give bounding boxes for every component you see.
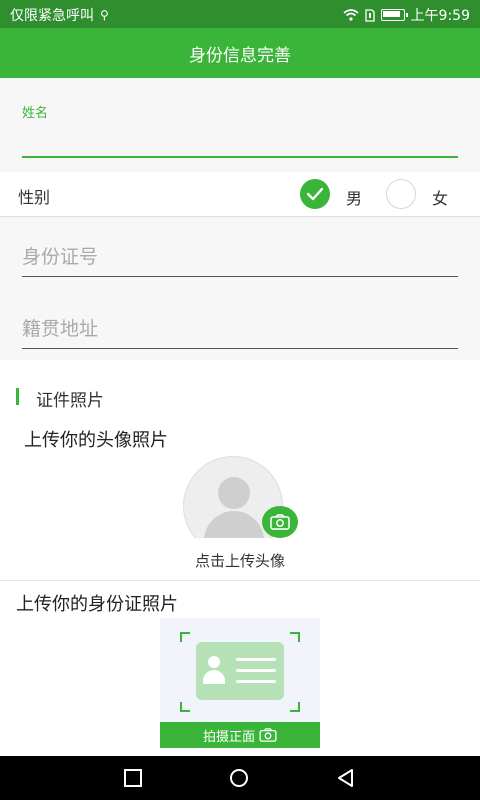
- id-photo-heading: 上传你的身份证照片: [16, 594, 178, 615]
- id-number-input[interactable]: [22, 244, 458, 277]
- avatar-heading: 上传你的头像照片: [24, 430, 168, 451]
- clock: 上午9:59: [410, 8, 470, 24]
- avatar-caption[interactable]: 点击上传头像: [0, 550, 480, 571]
- gender-female-radio[interactable]: [386, 179, 416, 209]
- camera-icon: [259, 728, 277, 742]
- status-bar: 仅限紧急呼叫 ⚲ 上午9:59: [0, 0, 480, 28]
- battery-icon: [380, 9, 408, 21]
- carrier-text: 仅限紧急呼叫: [10, 8, 94, 24]
- gender-label: 性别: [18, 188, 51, 207]
- page-title: 身份信息完善: [189, 45, 291, 66]
- nav-recent-icon[interactable]: [123, 768, 143, 788]
- system-nav-bar: [0, 756, 480, 800]
- gender-male-radio[interactable]: [300, 179, 330, 209]
- sim-icon: [364, 8, 375, 22]
- gender-row: 性别 男 女: [0, 172, 480, 217]
- id-front-label: 拍摄正面: [202, 729, 255, 745]
- nav-back-icon[interactable]: [336, 768, 356, 788]
- hometown-input[interactable]: [22, 316, 458, 349]
- camera-icon: [270, 514, 290, 530]
- gender-male-label[interactable]: 男: [346, 185, 362, 209]
- section-accent-bar: [16, 388, 19, 405]
- id-card-upload[interactable]: 拍摄正面: [160, 618, 320, 748]
- title-bar: 身份信息完善: [0, 28, 480, 78]
- nav-home-icon[interactable]: [229, 768, 249, 788]
- gender-female-label[interactable]: 女: [432, 185, 448, 209]
- id-card-icon: [196, 642, 284, 700]
- wifi-icon: [343, 9, 359, 21]
- divider: [0, 580, 480, 581]
- section-title: 证件照片: [36, 391, 104, 411]
- avatar-camera-button[interactable]: [262, 506, 298, 538]
- name-input-underline: [22, 156, 458, 158]
- id-front-button[interactable]: 拍摄正面: [160, 722, 320, 748]
- name-label: 姓名: [22, 106, 49, 121]
- check-icon: [307, 187, 323, 201]
- name-input[interactable]: [22, 128, 458, 158]
- usb-icon: ⚲: [100, 8, 109, 22]
